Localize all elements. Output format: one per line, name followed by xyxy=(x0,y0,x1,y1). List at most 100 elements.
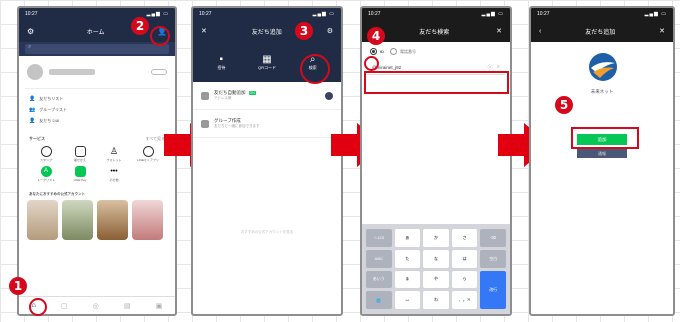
keyboard-key[interactable]: ま xyxy=(394,270,421,289)
services-more-link[interactable]: すべて見る xyxy=(145,136,165,142)
menu-label: グループリスト xyxy=(39,106,67,112)
keyboard-key[interactable]: や xyxy=(423,270,449,289)
profile-bgm-button[interactable] xyxy=(151,69,167,75)
menu-item-friends[interactable]: 👤 友だちリスト xyxy=(29,93,165,104)
recommend-thumb[interactable] xyxy=(97,200,128,240)
recommend-thumb[interactable] xyxy=(62,200,93,240)
keyboard-key[interactable]: は xyxy=(451,249,478,268)
keyboard-key[interactable]: ABC xyxy=(366,249,392,268)
result-header: ‹ 友だち追加 ✕ xyxy=(531,20,673,42)
signal-battery-icon: ▂▄▆ ▭ xyxy=(644,11,667,17)
menu-item-groups[interactable]: 👥 グループリスト xyxy=(29,104,165,115)
clear-icon[interactable]: ⓧ xyxy=(488,64,493,71)
close-icon[interactable]: ✕ xyxy=(496,27,502,35)
keyboard-key[interactable]: ら xyxy=(451,270,478,289)
service-line-pay[interactable]: LINE Pay xyxy=(63,166,97,182)
radio-selected-icon xyxy=(370,48,377,55)
tab-qr-code[interactable]: ▦ QRコード xyxy=(258,54,276,71)
radio-label: 電話番号 xyxy=(400,48,416,54)
sticker-icon xyxy=(40,146,52,157)
keyboard-key[interactable]: 、。?! xyxy=(451,291,478,309)
service-talk-list[interactable]: A トークリスト xyxy=(29,166,63,182)
settings-gear-icon[interactable]: ⚙ xyxy=(27,27,34,36)
keyboard-key[interactable]: な xyxy=(423,249,449,268)
talk-tab-icon[interactable]: ▢ xyxy=(61,302,68,310)
footer-hint[interactable]: おすすめの公式アカウントを見る xyxy=(193,230,341,235)
search-type-radios: ID 電話番号 xyxy=(362,42,510,61)
service-label: スタンプ xyxy=(40,158,52,162)
more-dots-icon: ••• xyxy=(110,168,118,175)
step-1-badge: 1 xyxy=(9,277,27,295)
profile-row[interactable] xyxy=(19,56,175,88)
tab-invite[interactable]: ▪ 招待 xyxy=(217,54,225,71)
list-item-auto-add[interactable]: 友だち自動追加 ON アドレス帳 xyxy=(193,82,341,110)
add-button-highlight xyxy=(571,127,639,149)
services-grid: スタンプ 着せかえ ♙ ウォレット LINEミニアプリ A トークリスト LIN… xyxy=(19,144,175,184)
search-bar[interactable]: ⌕ xyxy=(19,42,175,56)
services-label: サービス xyxy=(29,136,45,141)
pay-icon xyxy=(74,166,86,177)
search-input-highlight xyxy=(364,71,509,94)
phone-screen-friend-search: 10:27 ▂▄▆ ▭ ‹ 友だち検索 ✕ ID 電話番号 @mirainet_… xyxy=(360,6,512,316)
step-4-badge: 4 xyxy=(367,27,385,45)
status-bar: 10:27 ▂▄▆ ▭ xyxy=(531,8,673,20)
search-icon: ⌕ xyxy=(25,44,169,54)
person-icon: 👤 xyxy=(29,117,36,124)
back-arrow-icon[interactable]: ‹ xyxy=(539,28,541,35)
wallet-tab-icon[interactable]: ▣ xyxy=(156,302,163,310)
tab-label: 招待 xyxy=(217,64,226,70)
tab-label: QRコード xyxy=(257,64,276,70)
account-name: 未来ネット xyxy=(590,89,614,94)
close-icon[interactable]: ✕ xyxy=(201,27,207,35)
keyboard-key[interactable]: ⌫ xyxy=(480,229,506,247)
status-time: 10:27 xyxy=(25,11,38,17)
keyboard-key[interactable]: ^^ xyxy=(394,291,421,309)
news-tab-icon[interactable]: ▤ xyxy=(124,302,131,310)
home-header-title: ホーム xyxy=(86,29,105,36)
settings-gear-icon[interactable]: ⚙ xyxy=(327,27,333,35)
keyboard-key[interactable]: 改行 xyxy=(480,270,506,309)
friend-menu: 👤 友だちリスト 👥 グループリスト 👤 友だち 248 xyxy=(19,89,175,130)
service-label: トークリスト xyxy=(36,178,55,182)
keyboard-key[interactable]: 🌐 xyxy=(366,291,392,309)
keyboard-key[interactable]: わ xyxy=(423,291,449,309)
keyboard-key[interactable]: か xyxy=(423,229,449,247)
voom-tab-icon[interactable]: ◎ xyxy=(93,302,99,310)
service-mini-app[interactable]: LINEミニアプリ xyxy=(131,146,165,162)
signal-battery-icon: ▂▄▆ ▭ xyxy=(481,11,504,17)
keyboard-key[interactable]: あ xyxy=(394,229,421,247)
menu-item-friends-count[interactable]: 👤 友だち 248 xyxy=(29,115,165,126)
contacts-icon xyxy=(201,91,209,100)
radio-phone[interactable]: 電話番号 xyxy=(390,48,416,55)
radio-id[interactable]: ID xyxy=(370,48,384,55)
group-icon: 👥 xyxy=(29,106,36,113)
list-item-create-group[interactable]: グループ作成 友だちと一緒に参加できます xyxy=(193,110,341,138)
service-more[interactable]: ••• その他 xyxy=(97,166,131,182)
recommend-thumb[interactable] xyxy=(27,200,58,240)
keyboard-key[interactable]: ☆123 xyxy=(366,229,392,247)
person-icon: 👤 xyxy=(29,95,36,102)
report-button[interactable]: 通報 xyxy=(577,149,627,158)
add-friend-header: ✕ 友だち追加 ⚙ xyxy=(193,20,341,42)
list-item-sub: 友だちと一緒に参加できます xyxy=(214,124,260,128)
service-wallet[interactable]: ♙ ウォレット xyxy=(97,146,131,162)
status-time: 10:27 xyxy=(537,11,550,17)
phone-screen-add-friend: 10:27 ▂▄▆ ▭ ✕ 友だち追加 ⚙ ▪ 招待 ▦ QRコード ⌕ 検索 … xyxy=(191,6,343,316)
phone-screen-add-result: 10:27 ▂▄▆ ▭ ‹ 友だち追加 ✕ 未来ネット 追加 通報 xyxy=(529,6,675,316)
software-keyboard: ☆123 あ か さ ⌫ ABC た な は 空白 あいう ま や ら 改行 🌐… xyxy=(362,224,510,314)
invite-icon: ▪ xyxy=(219,53,224,65)
service-label: LINE Pay xyxy=(73,178,87,182)
keyboard-key[interactable]: あいう xyxy=(366,270,392,289)
toggle-dot[interactable] xyxy=(325,91,333,100)
close-icon[interactable]: ✕ xyxy=(659,27,665,35)
recommend-thumb[interactable] xyxy=(132,200,163,240)
search-icon[interactable]: ⌕ xyxy=(497,64,500,71)
recommend-carousel[interactable] xyxy=(19,200,175,240)
mini-app-icon xyxy=(142,146,154,157)
keyboard-key[interactable]: た xyxy=(394,249,421,268)
service-label: ウォレット xyxy=(106,158,122,162)
keyboard-key[interactable]: さ xyxy=(451,229,478,247)
service-sticker[interactable]: スタンプ xyxy=(29,146,63,162)
keyboard-key[interactable]: 空白 xyxy=(480,249,506,268)
service-theme[interactable]: 着せかえ xyxy=(63,146,97,162)
